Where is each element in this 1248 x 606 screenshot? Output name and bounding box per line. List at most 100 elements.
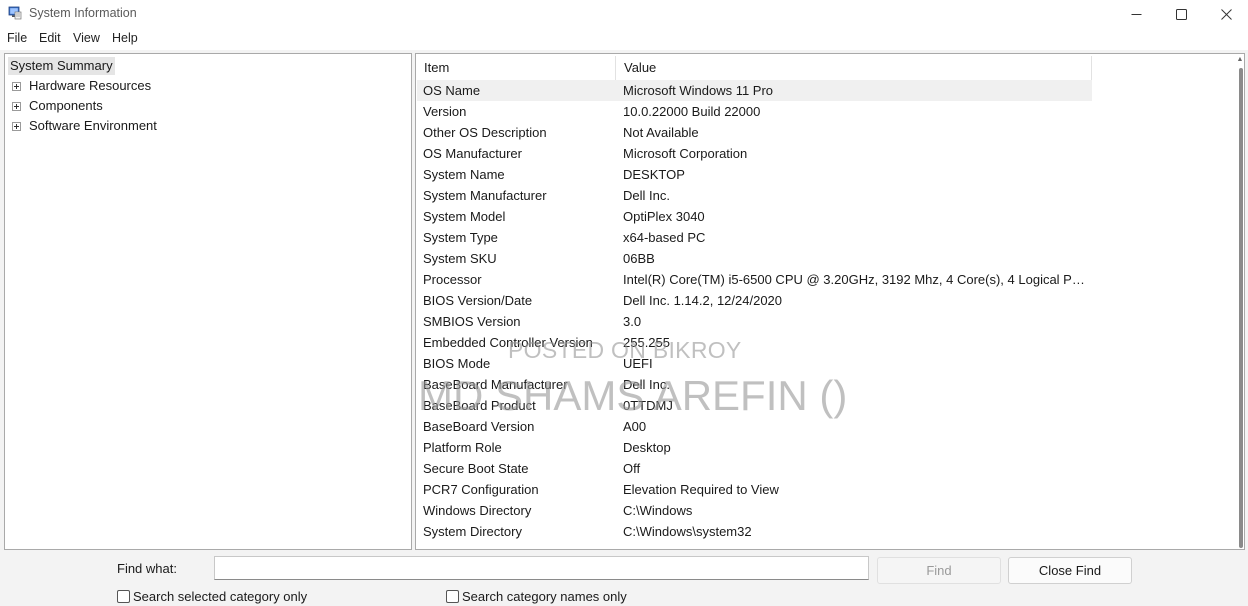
row-item-cell: BIOS Mode [423, 356, 491, 371]
row-item-cell: System Manufacturer [423, 188, 547, 203]
table-row[interactable]: Secure Boot State Off [417, 458, 1092, 479]
table-row[interactable]: System Manufacturer Dell Inc. [417, 185, 1092, 206]
row-value-cell: DESKTOP [623, 167, 685, 182]
row-value-cell: A00 [623, 419, 647, 434]
row-value-cell: C:\Windows\system32 [623, 524, 752, 539]
table-row[interactable]: Platform Role Desktop [417, 437, 1092, 458]
category-tree[interactable]: System Summary Hardware Resources Compon… [4, 53, 412, 550]
row-item-cell: System Type [423, 230, 498, 245]
expand-icon[interactable] [12, 102, 21, 111]
expand-icon[interactable] [12, 82, 21, 91]
table-row[interactable]: Windows Directory C:\Windows [417, 500, 1092, 521]
table-row[interactable]: OS Manufacturer Microsoft Corporation [417, 143, 1092, 164]
table-row[interactable]: OS Name Microsoft Windows 11 Pro [417, 80, 1092, 101]
row-value-cell: 06BB [623, 251, 655, 266]
row-value-cell: 10.0.22000 Build 22000 [623, 104, 761, 119]
row-item-cell: Secure Boot State [423, 461, 529, 476]
menu-edit[interactable]: Edit [39, 31, 61, 45]
table-row[interactable]: System Type x64-based PC [417, 227, 1092, 248]
menu-bar: File Edit View Help [0, 28, 1248, 50]
table-row[interactable]: BaseBoard Version A00 [417, 416, 1092, 437]
table-row[interactable]: System Directory C:\Windows\system32 [417, 521, 1092, 542]
checkbox-unchecked-icon[interactable] [117, 589, 130, 603]
table-row[interactable]: BaseBoard Product 0TTDMJ [417, 395, 1092, 416]
row-value-cell: Microsoft Corporation [623, 146, 748, 161]
table-row[interactable]: BIOS Version/Date Dell Inc. 1.14.2, 12/24… [417, 290, 1092, 311]
close-icon [1220, 8, 1232, 20]
find-button[interactable]: Find [877, 557, 1001, 584]
tree-item-hardware-resources[interactable]: Hardware Resources [29, 77, 151, 95]
column-header-value[interactable]: Value [617, 56, 1092, 80]
row-value-cell: 3.0 [623, 314, 642, 329]
expand-icon[interactable] [12, 122, 21, 131]
details-list[interactable]: Item Value OS Name Microsoft Windows 11 P… [415, 53, 1245, 550]
menu-help[interactable]: Help [112, 31, 138, 45]
row-item-cell: Windows Directory [423, 503, 532, 518]
search-category-names-label: Search category names only [462, 588, 627, 604]
search-category-names-checkbox[interactable]: Search category names only [446, 588, 627, 604]
menu-file[interactable]: File [7, 31, 27, 45]
scroll-up-icon[interactable]: ▲ [1236, 56, 1244, 64]
table-body: OS Name Microsoft Windows 11 Pro Version 10… [417, 80, 1092, 542]
find-what-input[interactable] [214, 556, 869, 580]
row-item-cell: Embedded Controller Version [423, 335, 593, 350]
tree-item-software-environment[interactable]: Software Environment [29, 117, 157, 135]
tree-item-system-summary[interactable]: System Summary [8, 57, 115, 75]
search-selected-category-label: Search selected category only [133, 588, 308, 604]
row-value-cell: Intel(R) Core(TM) i5-6500 CPU @ 3.20GHz,… [623, 272, 1085, 287]
maximize-button[interactable] [1158, 0, 1204, 28]
column-header-item[interactable]: Item [417, 56, 616, 80]
row-value-cell: 0TTDMJ [623, 398, 673, 413]
row-item-cell: OS Manufacturer [423, 146, 522, 161]
minimize-icon [1131, 13, 1141, 15]
table-row[interactable]: System Model OptiPlex 3040 [417, 206, 1092, 227]
row-value-cell: UEFI [623, 356, 653, 371]
row-value-cell: OptiPlex 3040 [623, 209, 705, 224]
close-find-button[interactable]: Close Find [1008, 557, 1132, 584]
table-row[interactable]: BIOS Mode UEFI [417, 353, 1092, 374]
row-item-cell: OS Name [423, 83, 481, 98]
row-item-cell: System Model [423, 209, 506, 224]
minimize-button[interactable] [1113, 0, 1159, 28]
search-selected-category-checkbox[interactable]: Search selected category only [117, 588, 307, 604]
table-row[interactable]: System Name DESKTOP [417, 164, 1092, 185]
row-value-cell: Elevation Required to View [623, 482, 779, 497]
table-row[interactable]: Version 10.0.22000 Build 22000 [417, 101, 1092, 122]
row-item-cell: BIOS Version/Date [423, 293, 533, 308]
table-row[interactable]: SMBIOS Version 3.0 [417, 311, 1092, 332]
table-row[interactable]: Processor Intel(R) Core(TM) i5-6500 CPU @… [417, 269, 1092, 290]
row-value-cell: Microsoft Windows 11 Pro [623, 83, 774, 98]
row-item-cell: Other OS Description [423, 125, 547, 140]
row-item-cell: BaseBoard Manufacturer [423, 377, 568, 392]
row-value-cell: Dell Inc. 1.14.2, 12/24/2020 [623, 293, 783, 308]
system-information-icon [8, 6, 22, 20]
row-value-cell: Dell Inc. [623, 377, 670, 392]
row-item-cell: System SKU [423, 251, 497, 266]
checkbox-unchecked-icon[interactable] [446, 589, 459, 603]
find-what-label: Find what: [117, 561, 177, 576]
title-bar: System Information [0, 0, 1248, 28]
maximize-icon [1175, 8, 1187, 20]
row-item-cell: PCR7 Configuration [423, 482, 539, 497]
row-item-cell: System Name [423, 167, 505, 182]
row-item-cell: BaseBoard Version [423, 419, 535, 434]
row-item-cell: BaseBoard Product [423, 398, 536, 413]
menu-view[interactable]: View [73, 31, 100, 45]
table-row[interactable]: System SKU 06BB [417, 248, 1092, 269]
table-row[interactable]: Other OS Description Not Available [417, 122, 1092, 143]
window-title: System Information [29, 6, 137, 20]
table-row[interactable]: BaseBoard Manufacturer Dell Inc. [417, 374, 1092, 395]
tree-item-components[interactable]: Components [29, 97, 103, 115]
row-item-cell: Platform Role [423, 440, 502, 455]
row-value-cell: Off [623, 461, 641, 476]
table-row[interactable]: Embedded Controller Version 255.255 [417, 332, 1092, 353]
table-row[interactable]: PCR7 Configuration Elevation Required to … [417, 479, 1092, 500]
row-value-cell: x64-based PC [623, 230, 706, 245]
row-value-cell: Not Available [623, 125, 699, 140]
row-item-cell: SMBIOS Version [423, 314, 521, 329]
row-value-cell: 255.255 [623, 335, 670, 350]
row-item-cell: Version [423, 104, 467, 119]
vertical-scrollbar[interactable] [1239, 68, 1243, 548]
row-item-cell: System Directory [423, 524, 522, 539]
close-window-button[interactable] [1203, 0, 1248, 28]
